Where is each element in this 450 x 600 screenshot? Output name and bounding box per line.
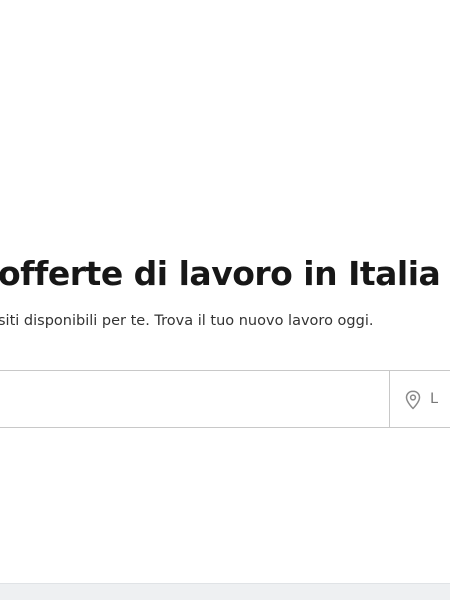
- hero-title: offerte di lavoro in Italia: [0, 254, 441, 293]
- search-bar: [0, 370, 450, 428]
- keyword-search-input[interactable]: [0, 371, 389, 427]
- hero-subtitle: siti disponibili per te. Trova il tuo nu…: [0, 313, 374, 329]
- job-search-page: offerte di lavoro in Italia siti disponi…: [0, 0, 450, 600]
- location-field[interactable]: [390, 371, 450, 427]
- location-input[interactable]: [430, 371, 450, 427]
- bottom-bar: [0, 583, 450, 600]
- map-pin-icon: [405, 390, 421, 410]
